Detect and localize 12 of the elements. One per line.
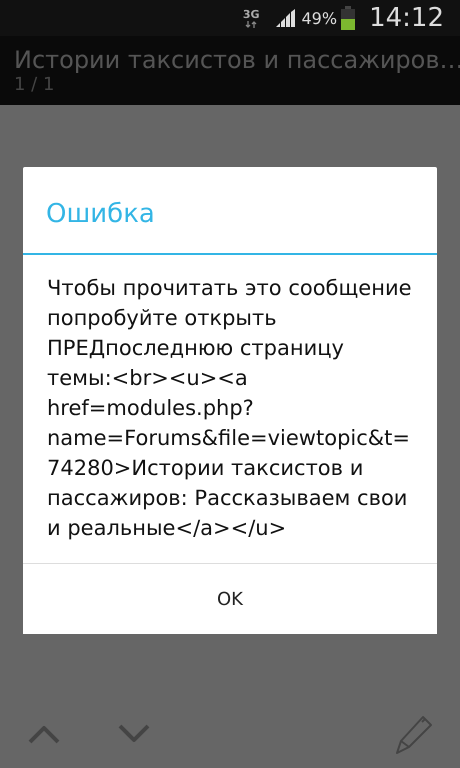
battery-icon <box>341 6 356 30</box>
network-type: 3G <box>242 8 260 20</box>
dialog-title: Ошибка <box>23 167 437 255</box>
pencil-icon[interactable] <box>395 713 433 755</box>
signal-icon <box>276 9 298 27</box>
chevron-up-icon[interactable] <box>27 723 61 745</box>
chevron-down-icon[interactable] <box>117 723 151 745</box>
clock: 14:12 <box>369 3 444 33</box>
page-counter: 1 / 1 <box>14 74 56 95</box>
battery-percent: 49% <box>302 8 338 28</box>
data-arrows-icon <box>245 20 258 28</box>
dialog-message: Чтобы прочитать это сообщение попробуйте открыть ПРЕДпоследнюю страницу темы:<br><u><a href=modules.php?name=Forums&file=viewtopic&t=74280>Истории таксистов и пассажиров: Рассказываем свои и реальные</a></u> <box>46 275 413 542</box>
